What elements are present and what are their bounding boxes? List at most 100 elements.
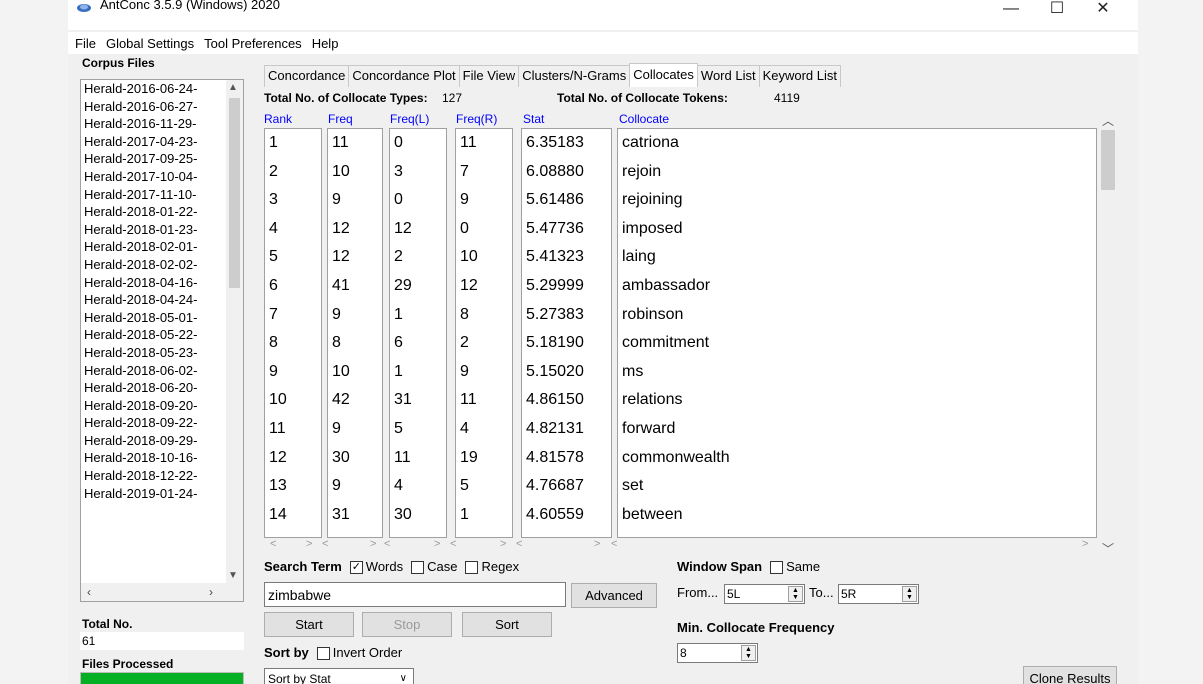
freq-r-cell[interactable]: 10 (456, 243, 512, 272)
column-header-freq[interactable]: Freq (328, 112, 353, 126)
file-list-item[interactable]: Herald-2017-04-23- (81, 133, 224, 151)
freq-l-cell[interactable]: 12 (390, 215, 446, 244)
file-list-item[interactable]: Herald-2017-11-10- (81, 186, 224, 204)
collocate-cell[interactable]: laing (618, 243, 1096, 272)
title-bar[interactable]: AntConc 3.5.9 (Windows) 2020 — ☐ ✕ (68, 0, 1138, 30)
sort-by-select[interactable]: Sort by Stat ∨ (264, 668, 414, 684)
results-vertical-scrollbar[interactable] (1098, 128, 1117, 538)
words-checkbox[interactable]: ✓ (349, 561, 363, 574)
freq-r-cell[interactable]: 9 (456, 358, 512, 387)
scroll-right-icon[interactable]: > (594, 538, 600, 550)
column-header-rank[interactable]: Rank (264, 112, 292, 126)
collocate-cell[interactable]: rejoin (618, 158, 1096, 187)
file-list-horizontal-scrollbar[interactable]: ‹ › (81, 583, 228, 601)
rank-cell[interactable]: 14 (265, 501, 321, 530)
regex-checkbox[interactable] (465, 561, 479, 574)
freq-cell[interactable]: 41 (328, 272, 382, 301)
freq-r-cell[interactable]: 4 (456, 415, 512, 444)
freq-r-cell[interactable]: 19 (456, 444, 512, 473)
freq-l-cell[interactable]: 11 (390, 444, 446, 473)
file-list-vertical-scrollbar[interactable]: ▲ ▼ (226, 80, 243, 601)
from-spinner[interactable]: 5L ▲ ▼ (724, 584, 805, 604)
tab-collocates[interactable]: Collocates (629, 63, 698, 87)
scroll-left-icon[interactable]: < (322, 538, 328, 550)
file-list-item[interactable]: Herald-2018-02-01- (81, 238, 224, 256)
freq-cell[interactable]: 42 (328, 386, 382, 415)
freq-l-column[interactable]: 0 3 0 12 2 29 1 6 1 31 5 11 4 30 (389, 128, 447, 538)
scroll-left-icon[interactable]: < (450, 538, 456, 550)
stat-cell[interactable]: 5.47736 (522, 215, 611, 244)
file-list-item[interactable]: Herald-2016-06-24- (81, 80, 224, 98)
stat-cell[interactable]: 4.86150 (522, 386, 611, 415)
menu-global-settings[interactable]: Global Settings (106, 36, 194, 51)
freq-cell[interactable]: 31 (328, 501, 382, 530)
freq-l-cell[interactable]: 5 (390, 415, 446, 444)
stat-cell[interactable]: 4.60559 (522, 501, 611, 530)
scroll-down-icon[interactable]: ▼ (228, 570, 238, 581)
results-scroll-up-icon[interactable]: ︿ (1102, 112, 1114, 129)
menu-help[interactable]: Help (312, 36, 339, 51)
same-checkbox[interactable] (770, 561, 784, 574)
freq-r-cell[interactable]: 1 (456, 501, 512, 530)
collocate-cell[interactable]: relations (618, 386, 1096, 415)
column-header-collocate[interactable]: Collocate (619, 112, 669, 126)
collocate-cell[interactable]: ms (618, 358, 1096, 387)
file-list-item[interactable]: Herald-2018-01-23- (81, 221, 224, 239)
freq-l-cell[interactable]: 1 (390, 358, 446, 387)
scroll-right-icon[interactable]: > (500, 538, 506, 550)
rank-cell[interactable]: 3 (265, 186, 321, 215)
case-checkbox[interactable] (411, 561, 425, 574)
freq-r-cell[interactable]: 7 (456, 158, 512, 187)
column-header-freq-r[interactable]: Freq(R) (456, 112, 497, 126)
to-spinner[interactable]: 5R ▲ ▼ (838, 584, 919, 604)
file-list-item[interactable]: Herald-2018-04-16- (81, 274, 224, 292)
rank-cell[interactable]: 6 (265, 272, 321, 301)
tab-file-view[interactable]: File View (458, 65, 520, 87)
freq-l-cell[interactable]: 0 (390, 129, 446, 158)
file-list-item[interactable]: Herald-2017-09-25- (81, 150, 224, 168)
freq-l-cell[interactable]: 1 (390, 301, 446, 330)
rank-cell[interactable]: 1 (265, 129, 321, 158)
file-list-item[interactable]: Herald-2018-09-22- (81, 414, 224, 432)
freq-l-cell[interactable]: 29 (390, 272, 446, 301)
file-list-item[interactable]: Herald-2018-09-20- (81, 397, 224, 415)
rank-cell[interactable]: 11 (265, 415, 321, 444)
freq-r-cell[interactable]: 5 (456, 472, 512, 501)
rank-cell[interactable]: 8 (265, 329, 321, 358)
collocate-cell[interactable]: between (618, 501, 1096, 530)
scroll-right-icon[interactable]: › (209, 585, 213, 599)
collocate-cell[interactable]: ambassador (618, 272, 1096, 301)
file-list-item[interactable]: Herald-2018-05-22- (81, 326, 224, 344)
file-list-item[interactable]: Herald-2016-11-29- (81, 115, 224, 133)
freq-l-cell[interactable]: 4 (390, 472, 446, 501)
collocate-column[interactable]: catriona rejoin rejoining imposed laing ambas… (617, 128, 1097, 538)
rank-cell[interactable]: 4 (265, 215, 321, 244)
tab-word-list[interactable]: Word List (696, 65, 760, 87)
tab-concordance[interactable]: Concordance (264, 65, 350, 87)
freq-cell[interactable]: 12 (328, 243, 382, 272)
rank-cell[interactable]: 5 (265, 243, 321, 272)
stat-cell[interactable]: 4.82131 (522, 415, 611, 444)
stat-cell[interactable]: 4.76687 (522, 472, 611, 501)
stat-cell[interactable]: 5.15020 (522, 358, 611, 387)
rank-cell[interactable]: 13 (265, 472, 321, 501)
spinner-arrows-icon[interactable]: ▲ ▼ (788, 586, 803, 602)
collocate-cell[interactable]: imposed (618, 215, 1096, 244)
stat-cell[interactable]: 6.35183 (522, 129, 611, 158)
file-list-item[interactable]: Herald-2018-09-29- (81, 432, 224, 450)
scroll-left-icon[interactable]: < (516, 538, 522, 550)
advanced-button[interactable]: Advanced (571, 583, 657, 608)
file-list-item[interactable]: Herald-2018-05-01- (81, 309, 224, 327)
collocate-results-table[interactable]: 1 2 3 4 5 6 7 8 9 10 11 12 13 14 11 10 9 12 12 41 9 8 10 42 9 30… (264, 128, 1097, 538)
freq-l-cell[interactable]: 30 (390, 501, 446, 530)
min-frequency-spinner[interactable]: 8 ▲ ▼ (677, 643, 758, 663)
clone-results-button[interactable]: Clone Results (1023, 666, 1117, 684)
collocate-cell[interactable]: commitment (618, 329, 1096, 358)
file-list-item[interactable]: Herald-2019-01-24- (81, 485, 224, 503)
stop-button[interactable]: Stop (362, 612, 452, 637)
maximize-button[interactable]: ☐ (1034, 0, 1080, 22)
freq-l-cell[interactable]: 31 (390, 386, 446, 415)
freq-r-cell[interactable]: 9 (456, 186, 512, 215)
stat-cell[interactable]: 5.41323 (522, 243, 611, 272)
scroll-right-icon[interactable]: > (306, 538, 312, 550)
